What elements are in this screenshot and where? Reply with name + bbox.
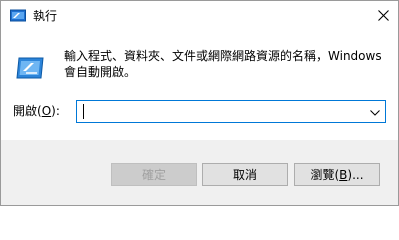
cancel-button-label: 取消 bbox=[232, 168, 257, 182]
browse-label-prefix: 瀏覽( bbox=[310, 168, 340, 182]
open-combobox[interactable] bbox=[76, 100, 386, 123]
open-label-suffix: ): bbox=[51, 104, 60, 118]
window-title: 執行 bbox=[33, 9, 58, 23]
title-bar[interactable]: 執行 bbox=[1, 1, 398, 32]
description: 輸入程式、資料夾、文件或網際網路資源的名稱，Windows 會自動開啟。 bbox=[64, 48, 394, 80]
description-line-1: 輸入程式、資料夾、文件或網際網路資源的名稱，Windows bbox=[64, 49, 382, 63]
description-line-2: 會自動開啟。 bbox=[64, 65, 137, 79]
close-button[interactable] bbox=[368, 1, 398, 32]
dialog-content: 輸入程式、資料夾、文件或網際網路資源的名稱，Windows 會自動開啟。 開啟(… bbox=[1, 32, 398, 140]
ok-button[interactable]: 確定 bbox=[111, 163, 197, 186]
browse-button[interactable]: 瀏覽(B)... bbox=[294, 163, 380, 186]
open-label: 開啟(O): bbox=[13, 103, 60, 119]
chevron-down-icon bbox=[370, 105, 380, 119]
browse-label-accesskey: B bbox=[339, 167, 348, 182]
close-icon bbox=[377, 9, 389, 24]
cancel-button[interactable]: 取消 bbox=[202, 163, 288, 186]
open-input[interactable] bbox=[77, 101, 363, 122]
browse-label-suffix: )... bbox=[347, 167, 364, 182]
open-label-prefix: 開啟( bbox=[13, 104, 42, 118]
run-dialog: 執行 輸入程式、資料夾、文件或網際網路資源的名稱，Windows 會自動開啟。 … bbox=[0, 0, 399, 206]
text-caret bbox=[83, 104, 84, 119]
ok-button-label: 確定 bbox=[141, 168, 166, 182]
button-bar: 確定 取消 瀏覽(B)... bbox=[1, 140, 398, 205]
run-app-icon bbox=[10, 9, 26, 23]
dropdown-button[interactable] bbox=[365, 101, 385, 122]
open-label-accesskey: O bbox=[41, 104, 52, 118]
run-program-icon bbox=[15, 55, 45, 81]
